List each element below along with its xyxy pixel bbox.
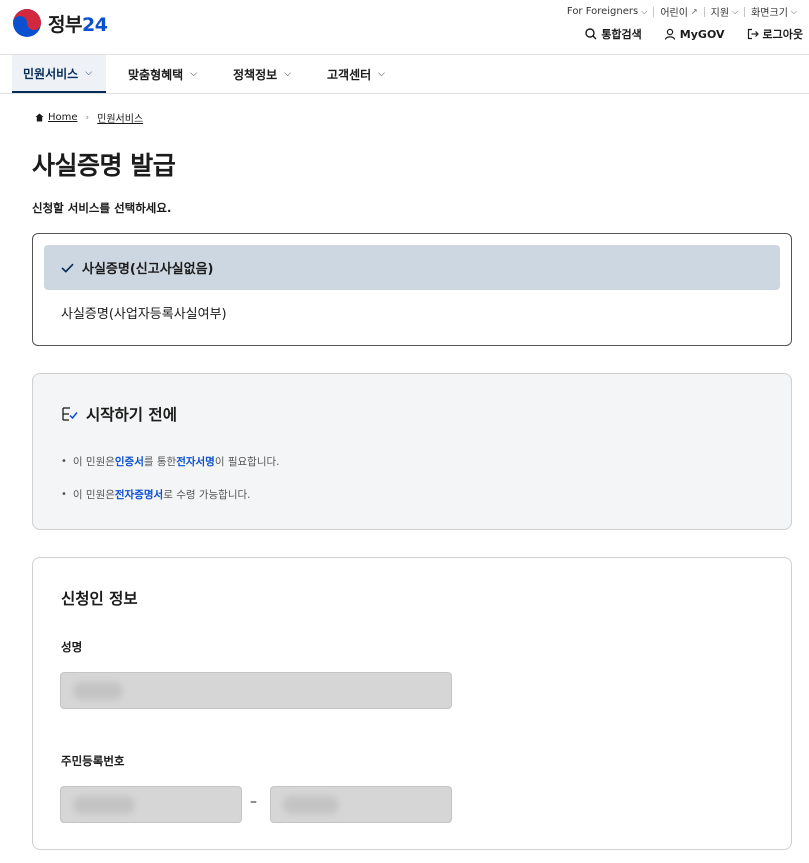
taegeuk-logo-icon <box>13 9 41 37</box>
search-button[interactable]: 통합검색 <box>585 26 642 42</box>
logo-wordmark: 정부24 <box>48 13 108 36</box>
rrn-front-field[interactable] <box>60 786 242 823</box>
service-select-list: 사실증명(신고사실없음) 사실증명(사업자등록사실여부) <box>32 233 792 346</box>
util-support[interactable]: 지원 ⌵ <box>705 4 744 20</box>
redacted-value <box>283 796 339 814</box>
name-field[interactable] <box>60 672 452 709</box>
breadcrumb: Home › 민원서비스 <box>35 110 143 125</box>
external-link-icon: ↗ <box>690 7 698 16</box>
breadcrumb-home[interactable]: Home <box>48 112 78 123</box>
mygov-button[interactable]: MyGOV <box>664 28 725 41</box>
name-label: 성명 <box>61 640 83 654</box>
applicant-info-panel: 신청인 정보 성명 주민등록번호 – <box>32 557 792 850</box>
before-start-panel: 시작하기 전에 • 이 민원은 인증서 를 통한 전자서명 이 필요합니다. • 이… <box>32 373 792 530</box>
chevron-down-icon: ⌵ <box>284 69 291 79</box>
nav-customer-center[interactable]: 고객센터 ⌵ <box>316 55 396 93</box>
before-start-title: 시작하기 전에 <box>61 403 177 425</box>
chevron-down-icon: ⌵ <box>190 69 198 79</box>
notice-item: • 이 민원은 인증서 를 통한 전자서명 이 필요합니다. <box>61 456 280 468</box>
logout-button[interactable]: 로그아웃 <box>747 26 803 42</box>
page-subtitle: 신청할 서비스를 선택하세요. <box>32 201 172 215</box>
util-foreigners[interactable]: For Foreigners ⌵ <box>561 6 653 17</box>
site-header: 정부24 For Foreigners ⌵ 어린이 ↗ 지원 ⌵ 화면크기 ⌵ 통합검색… <box>0 0 809 55</box>
page-title: 사실증명 발급 <box>32 151 176 180</box>
redacted-value <box>73 682 123 700</box>
applicant-info-title: 신청인 정보 <box>61 590 138 608</box>
checklist-icon <box>62 407 78 421</box>
nav-civil-service[interactable]: 민원서비스 ⌵ <box>12 55 106 93</box>
notice-item: • 이 민원은 전자증명서 로 수령 가능합니다. <box>61 489 251 501</box>
rrn-separator: – <box>250 794 257 810</box>
main-nav: 민원서비스 ⌵ 맞춤형혜택 ⌵ 정책정보 ⌵ 고객센터 ⌵ <box>0 55 809 94</box>
util-screen-size[interactable]: 화면크기 ⌵ <box>745 4 803 20</box>
utility-menu: For Foreigners ⌵ 어린이 ↗ 지원 ⌵ 화면크기 ⌵ <box>561 4 803 19</box>
rrn-back-field[interactable] <box>270 786 452 823</box>
rrn-label: 주민등록번호 <box>61 754 125 768</box>
logout-icon <box>747 28 759 40</box>
redacted-value <box>73 796 135 814</box>
search-icon <box>585 28 597 40</box>
service-option[interactable]: 사실증명(사업자등록사실여부) <box>44 290 780 335</box>
chevron-down-icon: ⌵ <box>641 6 648 16</box>
home-icon <box>35 113 44 122</box>
quick-menu: 통합검색 MyGOV 로그아웃 <box>563 26 803 42</box>
gov24-logo[interactable]: 정부24 <box>12 8 108 38</box>
service-option-selected[interactable]: 사실증명(신고사실없음) <box>44 245 780 290</box>
util-kids[interactable]: 어린이 ↗ <box>654 4 703 19</box>
nav-benefits[interactable]: 맞춤형혜택 ⌵ <box>117 55 208 93</box>
chevron-down-icon: ⌵ <box>732 6 739 16</box>
check-icon <box>61 263 74 273</box>
user-icon <box>664 28 675 40</box>
chevron-down-icon: ⌵ <box>85 68 93 78</box>
chevron-down-icon: ⌵ <box>790 6 797 16</box>
nav-policy[interactable]: 정책정보 ⌵ <box>222 55 302 93</box>
breadcrumb-current[interactable]: 민원서비스 <box>97 110 143 125</box>
chevron-right-icon: › <box>85 112 90 123</box>
chevron-down-icon: ⌵ <box>378 69 385 79</box>
